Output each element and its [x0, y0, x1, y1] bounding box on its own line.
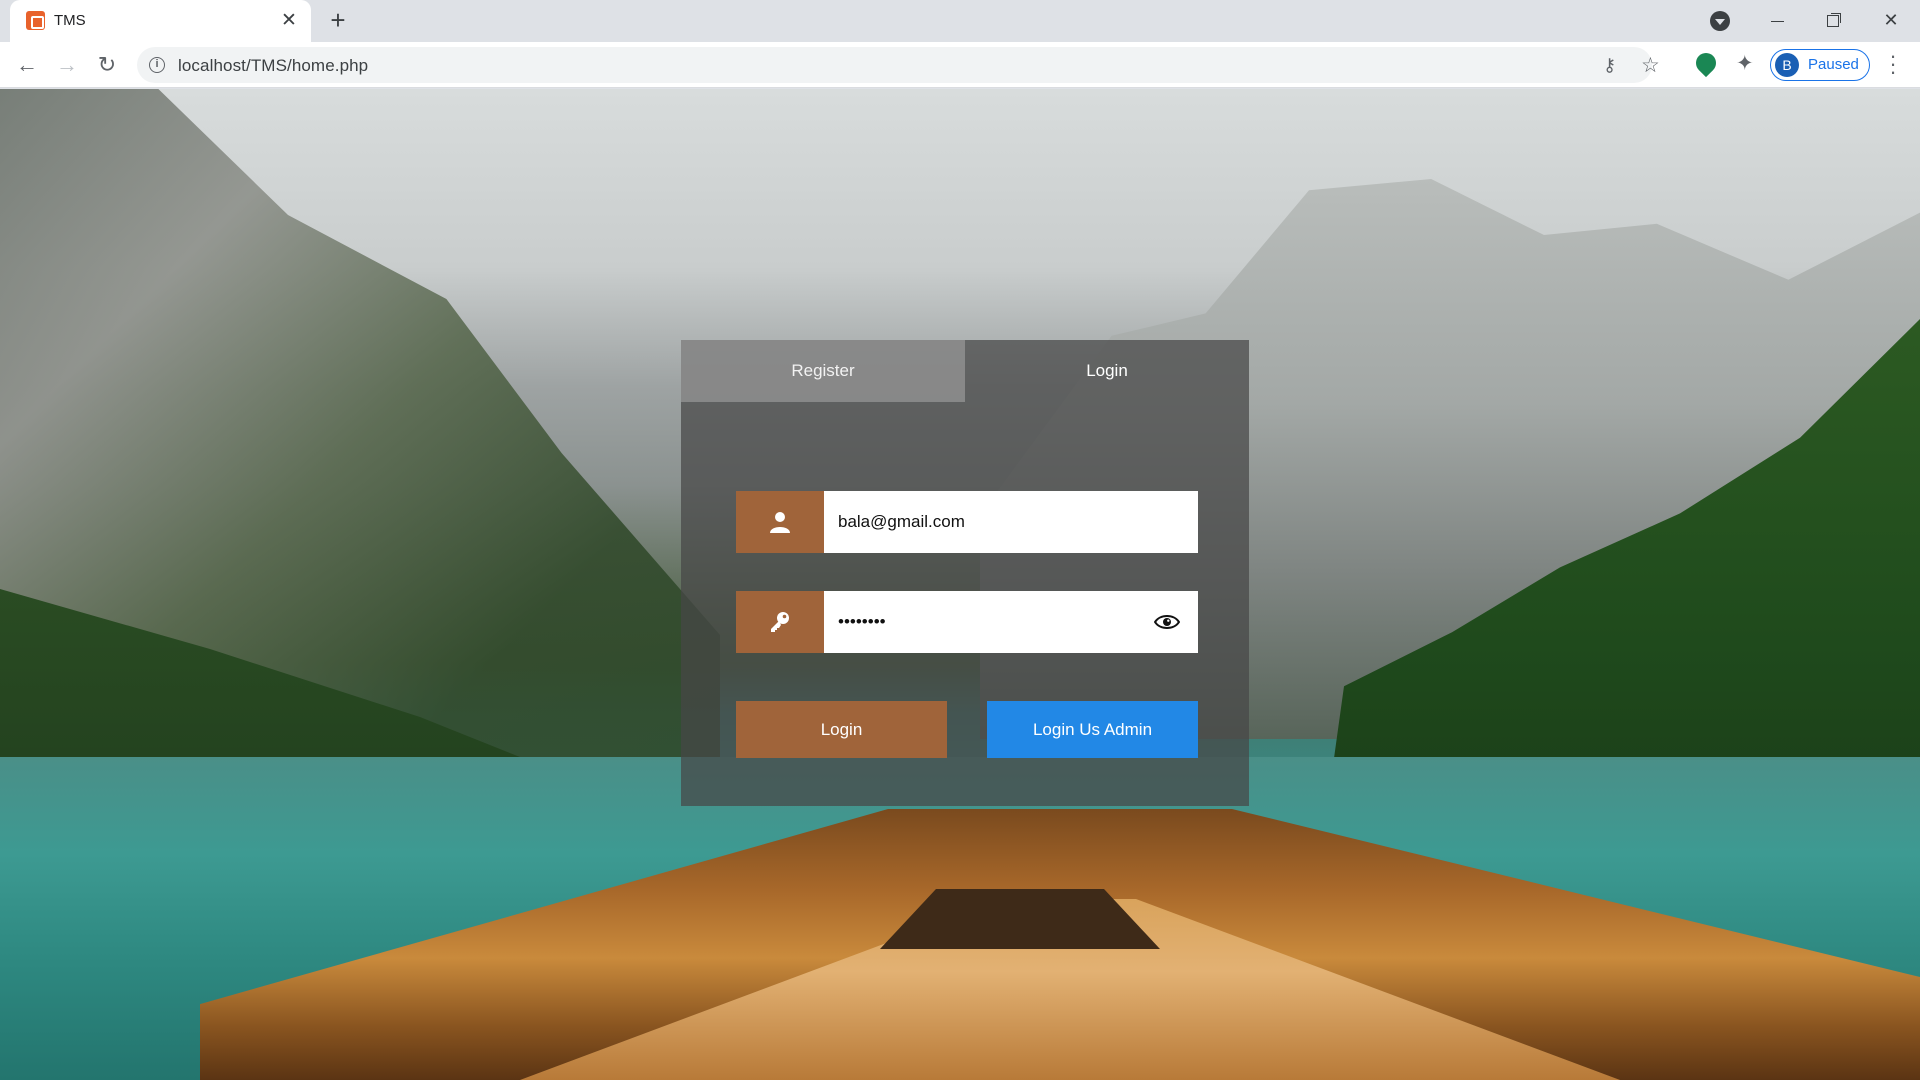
address-bar[interactable]: i localhost/TMS/home.php ⚷ ☆ [137, 47, 1660, 83]
tab-search-icon[interactable] [1710, 11, 1730, 31]
browser-tab-strip: TMS ✕ + ✕ [0, 0, 1920, 42]
email-input[interactable] [824, 491, 1198, 553]
profile-status: Paused [1808, 56, 1859, 73]
login-button[interactable]: Login [736, 701, 947, 758]
extensions-puzzle-icon[interactable]: ✦ [1736, 51, 1754, 76]
login-panel: Register Login bala@gmail.com •••••••• L… [681, 340, 1249, 806]
site-info-icon[interactable]: i [149, 57, 165, 73]
tab-close-icon[interactable]: ✕ [277, 9, 301, 33]
bookmark-star-icon[interactable]: ☆ [1641, 53, 1660, 78]
xampp-favicon-icon [26, 11, 45, 30]
minimize-button[interactable] [1752, 0, 1802, 40]
password-icon-box [736, 591, 824, 653]
profile-button[interactable]: B Paused [1770, 49, 1870, 81]
email-field-group [736, 491, 1198, 553]
minimize-icon [1770, 20, 1784, 22]
browser-tab[interactable]: TMS ✕ [10, 0, 311, 42]
forward-button[interactable]: → [50, 48, 84, 82]
url-text[interactable]: localhost/TMS/home.php [178, 56, 368, 76]
back-button[interactable]: ← [10, 48, 44, 82]
browser-menu-icon[interactable]: · · · [1886, 45, 1900, 83]
user-icon [770, 512, 790, 533]
tab-login[interactable]: Login [965, 340, 1249, 402]
reload-button[interactable]: ↻ [90, 48, 124, 82]
password-field-group [736, 591, 1198, 653]
avatar: B [1775, 53, 1799, 77]
key-icon [771, 612, 789, 632]
password-key-icon[interactable]: ⚷ [1603, 55, 1616, 76]
new-tab-button[interactable]: + [324, 6, 352, 34]
login-admin-button[interactable]: Login Us Admin [987, 701, 1198, 758]
form-tabs: Register Login [681, 340, 1249, 402]
page-viewport: Register Login bala@gmail.com •••••••• L… [0, 89, 1920, 1080]
eye-icon[interactable] [1154, 613, 1180, 631]
restore-button[interactable] [1808, 0, 1858, 40]
email-icon-box [736, 491, 824, 553]
password-input[interactable] [824, 591, 1198, 653]
browser-toolbar: ← → ↻ i localhost/TMS/home.php ⚷ ☆ [0, 42, 1920, 88]
close-window-button[interactable]: ✕ [1866, 0, 1916, 40]
tab-title: TMS [54, 12, 86, 29]
restore-icon [1827, 15, 1839, 28]
tab-register[interactable]: Register [681, 340, 965, 402]
